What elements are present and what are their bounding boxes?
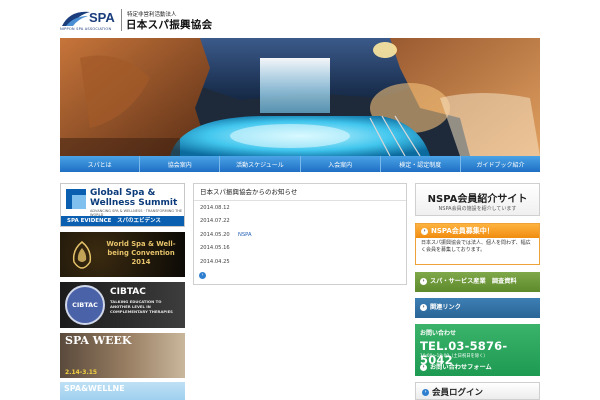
news-text[interactable]: NSPA <box>238 232 252 238</box>
member-login-label: 会員ログイン <box>432 388 484 398</box>
contact-label: お問い合わせ <box>420 330 457 337</box>
cibtac-subtitle: TALKING EDUCATION TO ANOTHER LEVEL IN CO… <box>110 299 173 314</box>
arrow-right-icon: › <box>420 363 427 371</box>
news-date: 2014.05.20 <box>200 231 230 238</box>
spa-evidence-bar: SPA EVIDENCE スパのエビデンス <box>61 216 184 226</box>
arrow-right-icon: › <box>422 389 429 396</box>
nav-association[interactable]: 協会案内 <box>140 156 221 172</box>
nav-schedule[interactable]: 活動スケジュール <box>220 156 301 172</box>
news-item[interactable]: 2014.07.22 <box>194 215 406 229</box>
survey-link[interactable]: › スパ・サービス産業 調査資料 <box>415 272 540 292</box>
news-date: 2014.04.25 <box>200 258 230 265</box>
contact-form-link[interactable]: › お問い合わせフォーム <box>420 362 492 371</box>
contact-box[interactable]: お問い合わせ TEL.03-5876-5042 10:00〜18:00（土日祝日… <box>415 324 540 376</box>
news-item[interactable]: 2014.04.25 <box>194 255 406 269</box>
news-panel: 日本スパ振興協会からのお知らせ 2014.08.12 2014.07.22 20… <box>193 183 407 285</box>
member-login-button[interactable]: › 会員ログイン <box>415 382 540 400</box>
logo-text: SPA <box>89 10 115 25</box>
spa-week-title: SPA WEEK <box>65 334 132 347</box>
convention-title: World Spa & Well-being Convention 2014 <box>106 240 176 266</box>
logo-association-text: NIPPON SPA ASSOCIATION <box>60 27 112 31</box>
member-site-banner[interactable]: NSPA会員紹介サイト NSPA会員の施設を紹介しています <box>415 183 540 216</box>
spa-cave-pool-image <box>60 38 540 156</box>
nav-certification[interactable]: 検定・認定制度 <box>381 156 461 172</box>
news-date: 2014.05.16 <box>200 245 230 252</box>
cibtac-title: CIBTAC <box>110 287 146 297</box>
summit-title-line2: Wellness Summit <box>90 198 178 208</box>
nav-about-spa[interactable]: スパとは <box>60 156 141 172</box>
arrow-right-icon: › <box>421 227 428 235</box>
news-item[interactable]: 2014.08.12 <box>194 201 406 215</box>
spa-week-dates: 2.14-3.15 <box>65 369 98 376</box>
nspa-logo-icon[interactable]: SPA <box>60 6 116 28</box>
convention-emblem-icon <box>72 241 92 269</box>
news-date: 2014.07.22 <box>200 218 230 225</box>
news-date: 2014.08.12 <box>200 204 230 211</box>
contact-form-label: お問い合わせフォーム <box>430 364 492 371</box>
site-header: SPA NIPPON SPA ASSOCIATION 特定非営利活動法人 日本ス… <box>0 0 600 38</box>
summit-logo-accent <box>72 195 86 209</box>
member-site-title: NSPA会員紹介サイト <box>427 194 528 205</box>
banner-global-spa-summit[interactable]: Global Spa & Wellness Summit ADVANCING S… <box>60 183 185 227</box>
member-login-heading: › 会員ログイン <box>422 386 483 398</box>
member-site-subtitle: NSPA会員の施設を紹介しています <box>438 206 517 212</box>
nav-membership[interactable]: 入会案内 <box>301 156 381 172</box>
survey-label: スパ・サービス産業 調査資料 <box>430 278 517 285</box>
cibtac-badge-icon: CIBTAC <box>65 285 105 325</box>
spa-wellness-title: SPA&WELLNE <box>64 384 125 393</box>
banner-spa-wellness[interactable]: SPA&WELLNE <box>60 382 185 400</box>
arrow-right-icon: › <box>420 303 427 311</box>
summit-title-line1: Global Spa & <box>90 188 156 198</box>
related-links-label: 関連リンク <box>430 304 461 311</box>
recruit-box[interactable]: › NSPA会員募集中！ 日本スパ振興協会では法人、個人を問わず、幅広く会員を募集… <box>415 223 540 265</box>
news-heading: 日本スパ振興協会からのお知らせ <box>194 184 406 201</box>
news-item[interactable]: 2014.05.16 <box>194 242 406 256</box>
news-more-arrow-icon[interactable]: › <box>199 272 206 279</box>
main-nav: スパとは 協会案内 活動スケジュール 入会案内 検定・認定制度 ガイドブック紹介 <box>60 156 540 172</box>
arrow-right-icon: › <box>420 277 427 285</box>
banner-world-spa-convention[interactable]: World Spa & Well-being Convention 2014 <box>60 232 185 277</box>
banner-spa-week[interactable]: SPA WEEK 2.14-3.15 <box>60 333 185 378</box>
banner-cibtac[interactable]: CIBTAC CIBTAC TALKING EDUCATION TO ANOTH… <box>60 282 185 328</box>
recruit-heading: › NSPA会員募集中！ <box>416 224 539 238</box>
news-item[interactable]: 2014.05.20 NSPA <box>194 228 406 242</box>
org-title[interactable]: 日本スパ振興協会 <box>126 17 212 32</box>
header-divider <box>121 9 122 31</box>
contact-hours: 10:00〜18:00（土日祝日を除く） <box>420 354 488 359</box>
recruit-title: NSPA会員募集中！ <box>431 227 494 235</box>
nav-guidebook[interactable]: ガイドブック紹介 <box>461 156 540 172</box>
recruit-body: 日本スパ振興協会では法人、個人を問わず、幅広く会員を募集しております。 <box>421 240 531 253</box>
hero-image <box>60 38 540 156</box>
related-links[interactable]: › 関連リンク <box>415 298 540 318</box>
